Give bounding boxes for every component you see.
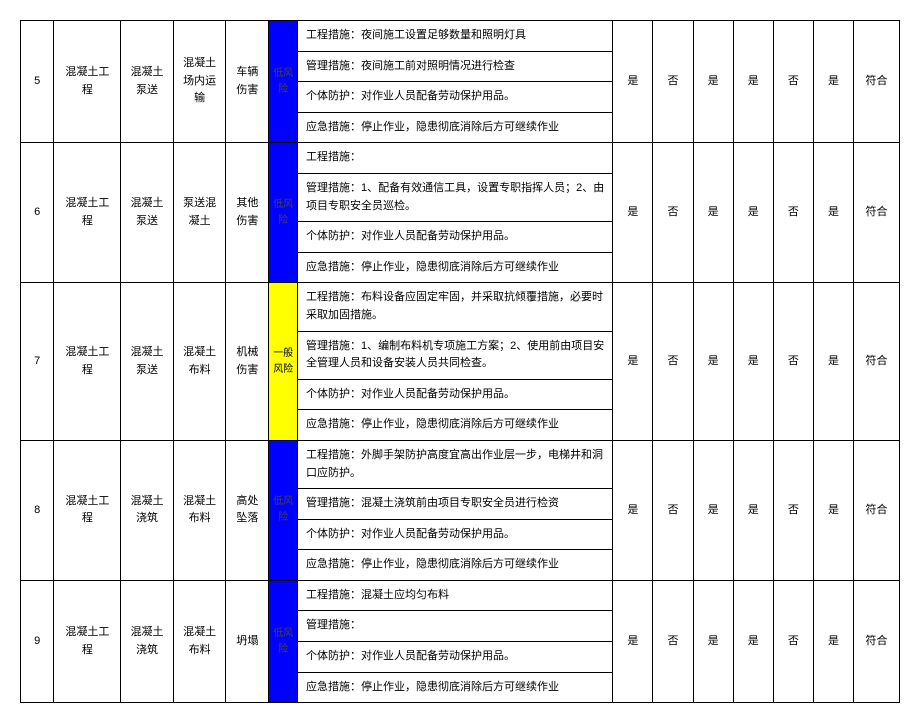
check-col-4: 是 — [733, 21, 773, 143]
check-col-6: 是 — [813, 580, 853, 702]
table-row: 9混凝土工程混凝土浇筑混凝土布料坍塌低风险工程措施：混凝土应均匀布料是否是是否是… — [21, 580, 900, 611]
project-name: 混凝土工程 — [54, 21, 121, 143]
risk-level: 低风险 — [269, 580, 298, 702]
table-row: 7混凝土工程混凝土泵送混凝土布料机械伤害一般风险工程措施：布料设备应固定牢固，并… — [21, 283, 900, 331]
check-col-1: 是 — [613, 283, 653, 441]
personal-protection-measure: 个体防护：对作业人员配备劳动保护用品。 — [298, 222, 613, 253]
check-col-1: 是 — [613, 143, 653, 283]
check-col-4: 是 — [733, 143, 773, 283]
check-col-2: 否 — [653, 21, 693, 143]
check-col-6: 是 — [813, 143, 853, 283]
risk-level: 一般风险 — [269, 283, 298, 441]
project-name: 混凝土工程 — [54, 580, 121, 702]
row-number: 7 — [21, 283, 54, 441]
check-col-6: 是 — [813, 21, 853, 143]
sub-item: 混凝土浇筑 — [121, 580, 174, 702]
engineering-measure: 工程措施： — [298, 143, 613, 174]
check-col-2: 否 — [653, 143, 693, 283]
table-row: 6混凝土工程混凝土泵送泵送混凝土其他伤害低风险工程措施：是否是是否是符合 — [21, 143, 900, 174]
emergency-measure: 应急措施：停止作业，隐患彻底消除后方可继续作业 — [298, 550, 613, 581]
check-col-2: 否 — [653, 283, 693, 441]
management-measure: 管理措施：夜间施工前对照明情况进行检查 — [298, 51, 613, 82]
check-col-6: 是 — [813, 440, 853, 580]
project-name: 混凝土工程 — [54, 283, 121, 441]
check-col-3: 是 — [693, 143, 733, 283]
management-measure: 管理措施：混凝土浇筑前由项目专职安全员进行检资 — [298, 489, 613, 520]
table-row: 8混凝土工程混凝土浇筑混凝土布料高处坠落低风险工程措施：外脚手架防护高度宜高出作… — [21, 440, 900, 488]
hazard-type: 坍塌 — [226, 580, 269, 702]
risk-level: 低风险 — [269, 440, 298, 580]
result: 符合 — [854, 21, 900, 143]
result: 符合 — [854, 440, 900, 580]
personal-protection-measure: 个体防护：对作业人员配备劳动保护用品。 — [298, 82, 613, 113]
risk-level: 低风险 — [269, 143, 298, 283]
work-content: 泵送混凝土 — [173, 143, 226, 283]
management-measure: 管理措施： — [298, 611, 613, 642]
risk-assessment-table: 5混凝土工程混凝土泵送混凝土场内运输车辆伤害低风险工程措施：夜间施工设置足够数量… — [20, 20, 900, 703]
row-number: 6 — [21, 143, 54, 283]
sub-item: 混凝土浇筑 — [121, 440, 174, 580]
personal-protection-measure: 个体防护：对作业人员配备劳动保护用品。 — [298, 379, 613, 410]
check-col-5: 否 — [773, 143, 813, 283]
check-col-3: 是 — [693, 440, 733, 580]
sub-item: 混凝土泵送 — [121, 143, 174, 283]
check-col-4: 是 — [733, 283, 773, 441]
check-col-1: 是 — [613, 21, 653, 143]
check-col-5: 否 — [773, 21, 813, 143]
check-col-3: 是 — [693, 21, 733, 143]
sub-item: 混凝土泵送 — [121, 21, 174, 143]
check-col-1: 是 — [613, 440, 653, 580]
table-row: 5混凝土工程混凝土泵送混凝土场内运输车辆伤害低风险工程措施：夜间施工设置足够数量… — [21, 21, 900, 52]
personal-protection-measure: 个体防护：对作业人员配备劳动保护用品。 — [298, 519, 613, 550]
project-name: 混凝土工程 — [54, 440, 121, 580]
work-content: 混凝土布料 — [173, 580, 226, 702]
engineering-measure: 工程措施：夜间施工设置足够数量和照明灯具 — [298, 21, 613, 52]
row-number: 9 — [21, 580, 54, 702]
check-col-5: 否 — [773, 440, 813, 580]
hazard-type: 高处坠落 — [226, 440, 269, 580]
check-col-4: 是 — [733, 580, 773, 702]
engineering-measure: 工程措施：布料设备应固定牢固，并采取抗倾覆措施，必要时采取加固措施。 — [298, 283, 613, 331]
result: 符合 — [854, 580, 900, 702]
sub-item: 混凝土泵送 — [121, 283, 174, 441]
check-col-5: 否 — [773, 283, 813, 441]
hazard-type: 车辆伤害 — [226, 21, 269, 143]
check-col-6: 是 — [813, 283, 853, 441]
engineering-measure: 工程措施：外脚手架防护高度宜高出作业层一步，电梯井和洞口应防护。 — [298, 440, 613, 488]
management-measure: 管理措施：1、配备有效通信工具，设置专职指挥人员；2、由项目专职安全员巡检。 — [298, 173, 613, 221]
emergency-measure: 应急措施：停止作业，隐患彻底消除后方可继续作业 — [298, 672, 613, 703]
engineering-measure: 工程措施：混凝土应均匀布料 — [298, 580, 613, 611]
work-content: 混凝土布料 — [173, 440, 226, 580]
row-number: 5 — [21, 21, 54, 143]
emergency-measure: 应急措施：停止作业，隐患彻底消除后方可继续作业 — [298, 112, 613, 143]
hazard-type: 其他伤害 — [226, 143, 269, 283]
check-col-5: 否 — [773, 580, 813, 702]
management-measure: 管理措施：1、编制布料机专项施工方案；2、使用前由项目安全管理人员和设备安装人员… — [298, 331, 613, 379]
check-col-3: 是 — [693, 580, 733, 702]
hazard-type: 机械伤害 — [226, 283, 269, 441]
emergency-measure: 应急措施：停止作业，隐患彻底消除后方可继续作业 — [298, 252, 613, 283]
personal-protection-measure: 个体防护：对作业人员配备劳动保护用品。 — [298, 642, 613, 673]
row-number: 8 — [21, 440, 54, 580]
work-content: 混凝土布料 — [173, 283, 226, 441]
result: 符合 — [854, 143, 900, 283]
project-name: 混凝土工程 — [54, 143, 121, 283]
risk-level: 低风险 — [269, 21, 298, 143]
check-col-3: 是 — [693, 283, 733, 441]
check-col-4: 是 — [733, 440, 773, 580]
check-col-2: 否 — [653, 580, 693, 702]
result: 符合 — [854, 283, 900, 441]
emergency-measure: 应急措施：停止作业，隐患彻底消除后方可继续作业 — [298, 410, 613, 441]
check-col-2: 否 — [653, 440, 693, 580]
check-col-1: 是 — [613, 580, 653, 702]
work-content: 混凝土场内运输 — [173, 21, 226, 143]
